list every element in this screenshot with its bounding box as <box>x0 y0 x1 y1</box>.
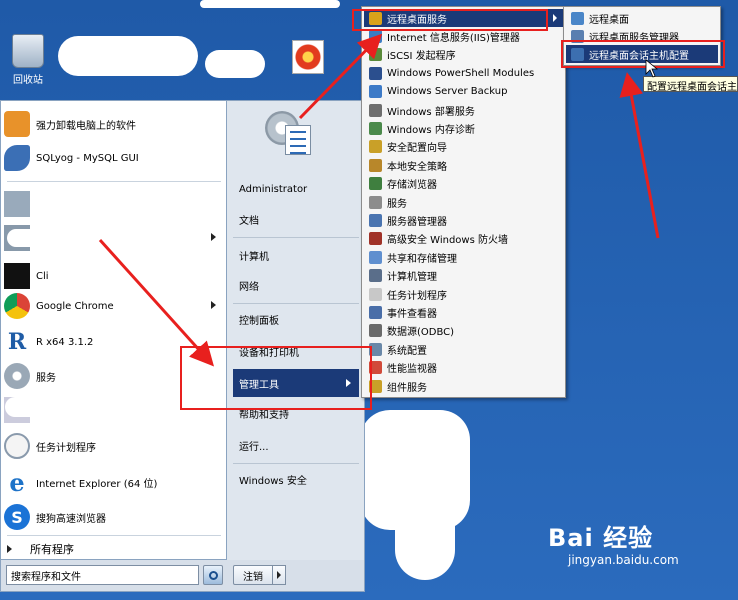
annotation-arrow <box>98 238 215 367</box>
watermark-url: jingyan.baidu.com <box>568 553 679 567</box>
annotation-arrows <box>98 33 660 367</box>
annotation-arrow <box>298 33 383 120</box>
watermark-brand: Bai 经验 <box>548 524 654 552</box>
annotation-arrow <box>619 72 660 239</box>
baidu-watermark: Bai 经验 jingyan.baidu.com <box>548 518 728 588</box>
mouse-cursor-icon <box>645 59 659 78</box>
